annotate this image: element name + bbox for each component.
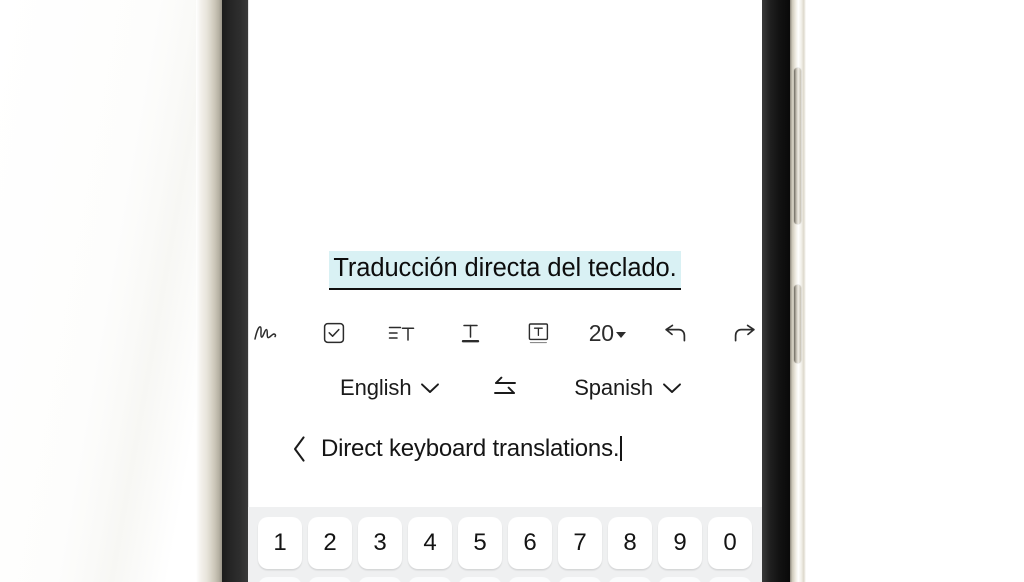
on-screen-keyboard: 1234567890 xyxy=(248,507,762,582)
underline-text-icon[interactable] xyxy=(452,312,487,354)
translator-app: Traducción directa del teclado. 20 Engli… xyxy=(248,0,762,582)
text-cursor xyxy=(620,436,623,461)
key-0[interactable]: 0 xyxy=(708,517,752,569)
text-align-icon[interactable] xyxy=(384,312,419,354)
key-p[interactable] xyxy=(708,577,752,582)
redo-icon[interactable] xyxy=(727,312,762,354)
key-e[interactable] xyxy=(358,577,402,582)
undo-icon[interactable] xyxy=(659,312,694,354)
screenshot-root: Traducción directa del teclado. 20 Engli… xyxy=(0,0,1024,582)
handwriting-icon[interactable] xyxy=(248,312,283,354)
key-8[interactable]: 8 xyxy=(608,517,652,569)
key-6[interactable]: 6 xyxy=(508,517,552,569)
translated-output-row: Traducción directa del teclado. xyxy=(248,251,762,290)
target-language-label: Spanish xyxy=(574,375,653,400)
key-y[interactable] xyxy=(508,577,552,582)
target-language-selector[interactable]: Spanish xyxy=(537,375,712,401)
source-input-field[interactable]: Direct keyboard translations. xyxy=(321,435,623,463)
source-language-selector[interactable]: English xyxy=(298,375,473,401)
phone-device: Traducción directa del teclado. 20 Engli… xyxy=(196,0,820,582)
language-selector-row: English Spanish xyxy=(248,374,762,402)
key-1[interactable]: 1 xyxy=(258,517,302,569)
source-language-label: English xyxy=(340,375,412,400)
key-o[interactable] xyxy=(658,577,702,582)
key-4[interactable]: 4 xyxy=(408,517,452,569)
translated-output-text[interactable]: Traducción directa del teclado. xyxy=(329,251,681,290)
source-input-row: Direct keyboard translations. xyxy=(248,435,762,463)
font-size-value: 20 xyxy=(588,319,614,346)
boxed-text-icon[interactable] xyxy=(521,312,556,354)
checkbox-checked-icon[interactable] xyxy=(316,312,351,354)
chevron-down-icon xyxy=(663,382,681,393)
key-i[interactable] xyxy=(608,577,652,582)
phone-bezel-right xyxy=(762,0,790,582)
keyboard-row-letters xyxy=(253,577,757,582)
format-toolbar: 20 xyxy=(248,312,762,354)
key-3[interactable]: 3 xyxy=(358,517,402,569)
key-7[interactable]: 7 xyxy=(558,517,602,569)
phone-rim-left xyxy=(196,0,222,582)
key-5[interactable]: 5 xyxy=(458,517,502,569)
swap-languages-icon[interactable] xyxy=(473,374,537,402)
chevron-down-icon xyxy=(421,382,440,393)
font-size-selector[interactable]: 20 xyxy=(589,320,626,347)
source-input-value: Direct keyboard translations. xyxy=(321,435,620,462)
key-2[interactable]: 2 xyxy=(308,517,352,569)
chevron-down-icon xyxy=(615,331,626,338)
phone-screen: Traducción directa del teclado. 20 Engli… xyxy=(248,0,762,582)
key-9[interactable]: 9 xyxy=(658,517,702,569)
power-button[interactable] xyxy=(794,285,801,363)
back-chevron-icon[interactable] xyxy=(292,435,307,463)
phone-bezel-left xyxy=(222,0,248,582)
key-u[interactable] xyxy=(558,577,602,582)
key-w[interactable] xyxy=(308,577,352,582)
key-q[interactable] xyxy=(258,577,302,582)
keyboard-row-numbers: 1234567890 xyxy=(253,517,757,569)
key-t[interactable] xyxy=(458,577,502,582)
key-r[interactable] xyxy=(408,577,452,582)
volume-button[interactable] xyxy=(794,68,801,224)
